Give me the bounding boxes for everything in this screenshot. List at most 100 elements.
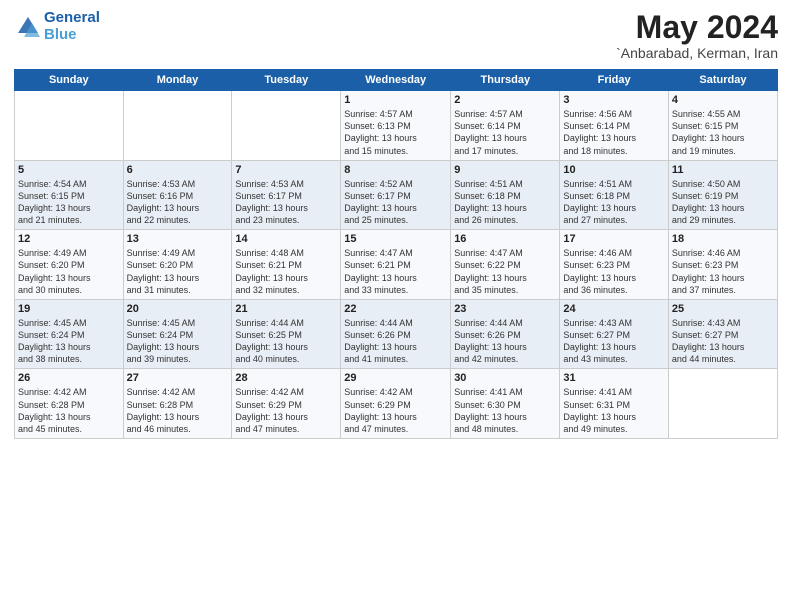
calendar-week-row: 5 Sunrise: 4:54 AM Sunset: 6:15 PM Daylig…	[15, 160, 778, 230]
day-info: Sunrise: 4:46 AM Sunset: 6:23 PM Dayligh…	[563, 247, 664, 296]
day-info: Sunrise: 4:44 AM Sunset: 6:26 PM Dayligh…	[344, 317, 447, 366]
day-info: Sunrise: 4:54 AM Sunset: 6:15 PM Dayligh…	[18, 178, 120, 227]
table-row: 13 Sunrise: 4:49 AM Sunset: 6:20 PM Dayli…	[123, 230, 232, 300]
day-info: Sunrise: 4:43 AM Sunset: 6:27 PM Dayligh…	[563, 317, 664, 366]
day-info: Sunrise: 4:51 AM Sunset: 6:18 PM Dayligh…	[454, 178, 556, 227]
logo: General Blue	[14, 10, 100, 43]
table-row: 9 Sunrise: 4:51 AM Sunset: 6:18 PM Daylig…	[451, 160, 560, 230]
day-number: 28	[235, 372, 337, 384]
header-tuesday: Tuesday	[232, 70, 341, 91]
table-row: 15 Sunrise: 4:47 AM Sunset: 6:21 PM Dayli…	[341, 230, 451, 300]
day-number: 27	[127, 372, 229, 384]
calendar-week-row: 1 Sunrise: 4:57 AM Sunset: 6:13 PM Daylig…	[15, 91, 778, 161]
table-row: 14Sunrise: 4:48 AM Sunset: 6:21 PM Dayli…	[232, 230, 341, 300]
day-number: 2	[454, 94, 556, 106]
table-row: 24 Sunrise: 4:43 AM Sunset: 6:27 PM Dayli…	[560, 299, 668, 369]
day-number: 15	[344, 233, 447, 245]
day-number: 4	[672, 94, 774, 106]
day-info: Sunrise: 4:57 AM Sunset: 6:13 PM Dayligh…	[344, 108, 447, 157]
day-number: 30	[454, 372, 556, 384]
table-row: 17 Sunrise: 4:46 AM Sunset: 6:23 PM Dayli…	[560, 230, 668, 300]
day-number: 31	[563, 372, 664, 384]
day-info: Sunrise: 4:53 AM Sunset: 6:17 PM Dayligh…	[235, 178, 337, 227]
table-row	[15, 91, 124, 161]
day-info: Sunrise: 4:43 AM Sunset: 6:27 PM Dayligh…	[672, 317, 774, 366]
day-number: 16	[454, 233, 556, 245]
table-row	[123, 91, 232, 161]
day-number: 17	[563, 233, 664, 245]
table-row: 8 Sunrise: 4:52 AM Sunset: 6:17 PM Daylig…	[341, 160, 451, 230]
table-row: 18Sunrise: 4:46 AM Sunset: 6:23 PM Dayli…	[668, 230, 777, 300]
header-thursday: Thursday	[451, 70, 560, 91]
day-info: Sunrise: 4:46 AM Sunset: 6:23 PM Dayligh…	[672, 247, 774, 296]
day-info: Sunrise: 4:42 AM Sunset: 6:28 PM Dayligh…	[127, 386, 229, 435]
table-row: 25 Sunrise: 4:43 AM Sunset: 6:27 PM Dayli…	[668, 299, 777, 369]
table-row: 3 Sunrise: 4:56 AM Sunset: 6:14 PM Daylig…	[560, 91, 668, 161]
day-number: 26	[18, 372, 120, 384]
table-row: 7 Sunrise: 4:53 AM Sunset: 6:17 PM Daylig…	[232, 160, 341, 230]
day-info: Sunrise: 4:49 AM Sunset: 6:20 PM Dayligh…	[18, 247, 120, 296]
table-row: 16Sunrise: 4:47 AM Sunset: 6:22 PM Dayli…	[451, 230, 560, 300]
table-row: 23Sunrise: 4:44 AM Sunset: 6:26 PM Dayli…	[451, 299, 560, 369]
day-number: 24	[563, 303, 664, 315]
calendar-header-row: Sunday Monday Tuesday Wednesday Thursday…	[15, 70, 778, 91]
table-row: 26 Sunrise: 4:42 AM Sunset: 6:28 PM Dayli…	[15, 369, 124, 439]
day-info: Sunrise: 4:45 AM Sunset: 6:24 PM Dayligh…	[127, 317, 229, 366]
day-number: 12	[18, 233, 120, 245]
table-row: 21 Sunrise: 4:44 AM Sunset: 6:25 PM Dayli…	[232, 299, 341, 369]
table-row	[668, 369, 777, 439]
table-row: 20 Sunrise: 4:45 AM Sunset: 6:24 PM Dayli…	[123, 299, 232, 369]
logo-text: General Blue	[44, 10, 100, 43]
table-row: 4 Sunrise: 4:55 AM Sunset: 6:15 PM Daylig…	[668, 91, 777, 161]
day-number: 7	[235, 164, 337, 176]
day-number: 11	[672, 164, 774, 176]
day-number: 21	[235, 303, 337, 315]
table-row: 29Sunrise: 4:42 AM Sunset: 6:29 PM Dayli…	[341, 369, 451, 439]
day-number: 25	[672, 303, 774, 315]
day-number: 20	[127, 303, 229, 315]
day-info: Sunrise: 4:41 AM Sunset: 6:31 PM Dayligh…	[563, 386, 664, 435]
day-number: 14	[235, 233, 337, 245]
day-info: Sunrise: 4:55 AM Sunset: 6:15 PM Dayligh…	[672, 108, 774, 157]
table-row: 22 Sunrise: 4:44 AM Sunset: 6:26 PM Dayli…	[341, 299, 451, 369]
table-row: 5 Sunrise: 4:54 AM Sunset: 6:15 PM Daylig…	[15, 160, 124, 230]
day-number: 9	[454, 164, 556, 176]
calendar-table: Sunday Monday Tuesday Wednesday Thursday…	[14, 69, 778, 439]
calendar-week-row: 19Sunrise: 4:45 AM Sunset: 6:24 PM Dayli…	[15, 299, 778, 369]
day-info: Sunrise: 4:42 AM Sunset: 6:28 PM Dayligh…	[18, 386, 120, 435]
day-info: Sunrise: 4:51 AM Sunset: 6:18 PM Dayligh…	[563, 178, 664, 227]
day-number: 5	[18, 164, 120, 176]
day-number: 1	[344, 94, 447, 106]
table-row: 6 Sunrise: 4:53 AM Sunset: 6:16 PM Daylig…	[123, 160, 232, 230]
day-info: Sunrise: 4:44 AM Sunset: 6:26 PM Dayligh…	[454, 317, 556, 366]
table-row: 19Sunrise: 4:45 AM Sunset: 6:24 PM Dayli…	[15, 299, 124, 369]
logo-icon	[14, 13, 42, 41]
day-number: 8	[344, 164, 447, 176]
table-row: 10Sunrise: 4:51 AM Sunset: 6:18 PM Dayli…	[560, 160, 668, 230]
table-row: 27 Sunrise: 4:42 AM Sunset: 6:28 PM Dayli…	[123, 369, 232, 439]
table-row	[232, 91, 341, 161]
header-saturday: Saturday	[668, 70, 777, 91]
table-row: 12 Sunrise: 4:49 AM Sunset: 6:20 PM Dayli…	[15, 230, 124, 300]
table-row: 28 Sunrise: 4:42 AM Sunset: 6:29 PM Dayli…	[232, 369, 341, 439]
day-info: Sunrise: 4:56 AM Sunset: 6:14 PM Dayligh…	[563, 108, 664, 157]
day-info: Sunrise: 4:44 AM Sunset: 6:25 PM Dayligh…	[235, 317, 337, 366]
day-info: Sunrise: 4:57 AM Sunset: 6:14 PM Dayligh…	[454, 108, 556, 157]
table-row: 30 Sunrise: 4:41 AM Sunset: 6:30 PM Dayli…	[451, 369, 560, 439]
calendar-week-row: 26 Sunrise: 4:42 AM Sunset: 6:28 PM Dayli…	[15, 369, 778, 439]
header-wednesday: Wednesday	[341, 70, 451, 91]
location-subtitle: `Anbarabad, Kerman, Iran	[616, 45, 778, 61]
day-info: Sunrise: 4:49 AM Sunset: 6:20 PM Dayligh…	[127, 247, 229, 296]
header: General Blue May 2024 `Anbarabad, Kerman…	[14, 10, 778, 61]
day-number: 13	[127, 233, 229, 245]
day-info: Sunrise: 4:52 AM Sunset: 6:17 PM Dayligh…	[344, 178, 447, 227]
day-number: 6	[127, 164, 229, 176]
day-info: Sunrise: 4:53 AM Sunset: 6:16 PM Dayligh…	[127, 178, 229, 227]
day-info: Sunrise: 4:41 AM Sunset: 6:30 PM Dayligh…	[454, 386, 556, 435]
table-row: 11Sunrise: 4:50 AM Sunset: 6:19 PM Dayli…	[668, 160, 777, 230]
day-info: Sunrise: 4:47 AM Sunset: 6:21 PM Dayligh…	[344, 247, 447, 296]
day-number: 22	[344, 303, 447, 315]
day-info: Sunrise: 4:42 AM Sunset: 6:29 PM Dayligh…	[344, 386, 447, 435]
day-info: Sunrise: 4:42 AM Sunset: 6:29 PM Dayligh…	[235, 386, 337, 435]
day-number: 3	[563, 94, 664, 106]
